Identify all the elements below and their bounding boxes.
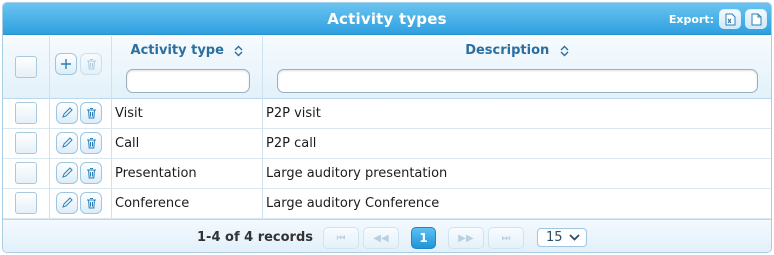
- prev-page-button[interactable]: ◀◀: [363, 227, 399, 249]
- column-header-activity-type[interactable]: Activity type: [112, 43, 262, 58]
- page-size-value: 15: [546, 230, 563, 245]
- pencil-icon: [62, 167, 73, 178]
- edit-row-button[interactable]: [56, 162, 78, 184]
- first-page-icon: ⏮: [336, 232, 346, 244]
- description-cell: Large auditory presentation: [266, 166, 448, 181]
- trash-icon: [86, 168, 96, 179]
- export-label: Export:: [668, 12, 714, 26]
- page-size-select[interactable]: 15: [537, 228, 587, 247]
- activity-type-cell: Visit: [115, 106, 143, 121]
- pencil-icon: [62, 137, 73, 148]
- row-checkbox[interactable]: [15, 162, 37, 184]
- pencil-icon: [62, 107, 73, 118]
- description-filter-input[interactable]: [277, 69, 758, 93]
- row-checkbox[interactable]: [15, 102, 37, 124]
- select-all-checkbox[interactable]: [15, 56, 37, 78]
- last-page-button[interactable]: ⏭: [488, 227, 524, 249]
- sort-both-icon: [560, 45, 569, 56]
- pencil-icon: [62, 197, 73, 208]
- column-header-description[interactable]: Description: [263, 43, 771, 58]
- page-number: 1: [419, 231, 428, 245]
- first-page-button[interactable]: ⏮: [323, 227, 359, 249]
- table-row[interactable]: Call P2P call: [3, 129, 771, 159]
- last-page-icon: ⏭: [501, 232, 511, 244]
- plus-icon: [61, 59, 71, 69]
- page-number-button[interactable]: 1: [411, 227, 436, 249]
- column-label: Description: [465, 43, 550, 58]
- pdf-export-button[interactable]: [745, 9, 767, 29]
- edit-row-button[interactable]: [56, 102, 78, 124]
- next-page-icon: ▶▶: [458, 232, 474, 244]
- grid-title-bar: Activity types Export:: [3, 3, 771, 35]
- trash-icon: [86, 108, 96, 119]
- export-toolbar: Export:: [669, 9, 767, 29]
- description-cell: Large auditory Conference: [266, 196, 440, 211]
- table-row[interactable]: Visit P2P visit: [3, 99, 771, 129]
- activity-type-cell: Call: [115, 136, 140, 151]
- sort-both-icon: [234, 45, 243, 56]
- pdf-export-icon: [751, 13, 762, 25]
- prev-page-icon: ◀◀: [373, 232, 389, 244]
- edit-row-button[interactable]: [56, 192, 78, 214]
- delete-selected-button[interactable]: [80, 53, 102, 75]
- trash-icon: [86, 198, 96, 209]
- trash-icon: [86, 138, 96, 149]
- add-row-button[interactable]: [55, 53, 77, 75]
- description-cell: P2P call: [266, 136, 317, 151]
- next-page-button[interactable]: ▶▶: [448, 227, 484, 249]
- description-cell: P2P visit: [266, 106, 321, 121]
- edit-row-button[interactable]: [56, 132, 78, 154]
- activity-types-grid: Activity types Export: Activity type Des…: [2, 2, 772, 253]
- delete-row-button[interactable]: [80, 132, 102, 154]
- delete-row-button[interactable]: [80, 162, 102, 184]
- records-count: 1-4 of 4 records: [197, 230, 314, 245]
- grid-footer: 1-4 of 4 records ⏮ ◀◀ 1 ▶▶ ⏭ 15: [3, 219, 771, 252]
- row-checkbox[interactable]: [15, 192, 37, 214]
- activity-type-cell: Conference: [115, 196, 190, 211]
- excel-export-button[interactable]: [719, 9, 741, 29]
- excel-export-icon: [725, 13, 736, 25]
- trash-icon: [86, 59, 96, 70]
- activity-type-cell: Presentation: [115, 166, 197, 181]
- delete-row-button[interactable]: [80, 192, 102, 214]
- chevron-down-icon: [569, 234, 580, 241]
- delete-row-button[interactable]: [80, 102, 102, 124]
- table-row[interactable]: Conference Large auditory Conference: [3, 189, 771, 219]
- table-row[interactable]: Presentation Large auditory presentation: [3, 159, 771, 189]
- activity-type-filter-input[interactable]: [126, 69, 250, 93]
- row-checkbox[interactable]: [15, 132, 37, 154]
- grid-title: Activity types: [327, 10, 447, 28]
- column-label: Activity type: [130, 43, 224, 58]
